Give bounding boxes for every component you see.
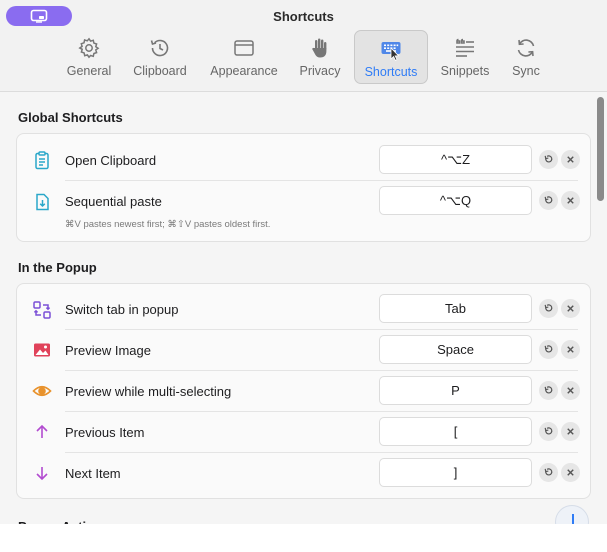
reset-icon: [544, 386, 553, 394]
switch-tab-icon: [33, 301, 51, 319]
reset-shortcut-button[interactable]: [539, 463, 558, 482]
shortcut-row-sequential-paste: Sequential paste ⌘V pastes newest first;…: [17, 180, 592, 243]
tab-clipboard[interactable]: Clipboard: [130, 30, 190, 84]
tab-snippets[interactable]: Snippets: [438, 30, 492, 84]
shortcut-label: Preview while multi-selecting: [65, 384, 232, 399]
shortcut-row-preview-image: Preview Image Space: [17, 329, 592, 371]
close-icon: [567, 346, 574, 353]
toolbar: Shortcuts General Clipboard Appearance P…: [0, 0, 607, 92]
shortcut-label: Preview Image: [65, 343, 151, 358]
reset-shortcut-button[interactable]: [539, 150, 558, 169]
reset-shortcut-button[interactable]: [539, 299, 558, 318]
shortcut-label: Open Clipboard: [65, 153, 157, 168]
arrow-down-icon: [36, 467, 48, 481]
tab-sync[interactable]: Sync: [508, 30, 544, 84]
popup-shortcuts-card: Switch tab in popup Tab Preview Image Sp…: [16, 283, 591, 499]
section-title-global: Global Shortcuts: [18, 110, 123, 125]
clear-shortcut-button[interactable]: [561, 299, 580, 318]
sync-icon: [517, 39, 535, 57]
clipboard-icon: [35, 151, 49, 170]
shortcut-recorder-sequential-paste[interactable]: ^⌥Q: [379, 186, 532, 215]
shortcut-recorder-previous-item[interactable]: [: [379, 417, 532, 446]
history-icon: [150, 39, 169, 57]
shortcut-label: Next Item: [65, 466, 121, 481]
image-icon: [34, 343, 50, 357]
clear-shortcut-button[interactable]: [561, 422, 580, 441]
close-icon: [567, 305, 574, 312]
shortcut-row-switch-tab: Switch tab in popup Tab: [17, 284, 592, 330]
close-icon: [567, 156, 574, 163]
tab-shortcuts[interactable]: Shortcuts: [354, 30, 428, 84]
shortcut-description: ⌘V pastes newest first; ⌘⇧V pastes oldes…: [65, 219, 271, 230]
window-title: Shortcuts: [273, 9, 334, 24]
shortcut-label: Sequential paste: [65, 194, 162, 209]
shortcut-row-next-item: Next Item ]: [17, 452, 592, 498]
reset-icon: [544, 304, 553, 312]
clear-shortcut-button[interactable]: [561, 463, 580, 482]
tab-general[interactable]: General: [64, 30, 114, 84]
clear-shortcut-button[interactable]: [561, 191, 580, 210]
shortcut-row-previous-item: Previous Item [: [17, 411, 592, 453]
reset-shortcut-button[interactable]: [539, 422, 558, 441]
arrow-up-icon: [36, 424, 48, 438]
shortcut-recorder-preview-image[interactable]: Space: [379, 335, 532, 364]
close-icon: [567, 428, 574, 435]
close-icon: [567, 469, 574, 476]
shortcut-recorder-open-clipboard[interactable]: ^⌥Z: [379, 145, 532, 174]
shortcut-recorder-next-item[interactable]: ]: [379, 458, 532, 487]
section-title-popup: In the Popup: [18, 260, 97, 275]
eye-icon: [32, 385, 52, 397]
snippets-icon: [456, 38, 474, 57]
section-title-popup-actions: Popup Actions: [18, 517, 109, 524]
settings-window: Shortcuts General Clipboard Appearance P…: [0, 0, 607, 552]
preferences-tabs: General Clipboard Appearance Privacy Sho…: [0, 30, 607, 86]
scrollbar-thumb[interactable]: [597, 97, 604, 201]
reset-icon: [544, 427, 553, 435]
clear-shortcut-button[interactable]: [561, 381, 580, 400]
paste-icon: [36, 193, 49, 211]
hand-icon: [312, 38, 327, 58]
tab-privacy[interactable]: Privacy: [297, 30, 343, 84]
reset-shortcut-button[interactable]: [539, 340, 558, 359]
reset-icon: [544, 468, 553, 476]
clear-shortcut-button[interactable]: [561, 340, 580, 359]
gear-icon: [78, 37, 100, 59]
reset-shortcut-button[interactable]: [539, 191, 558, 210]
reset-icon: [544, 196, 553, 204]
clear-shortcut-button[interactable]: [561, 150, 580, 169]
shortcut-label: Switch tab in popup: [65, 302, 179, 317]
shortcut-row-open-clipboard: Open Clipboard ^⌥Z: [17, 134, 592, 181]
global-shortcuts-card: Open Clipboard ^⌥Z Sequential paste ⌘V p…: [16, 133, 591, 242]
reset-shortcut-button[interactable]: [539, 381, 558, 400]
reset-icon: [544, 155, 553, 163]
reset-icon: [544, 345, 553, 353]
shortcut-row-preview-multiselect: Preview while multi-selecting P: [17, 370, 592, 412]
close-icon: [567, 387, 574, 394]
window-icon: [234, 40, 254, 56]
window-bottom-edge: [0, 524, 607, 552]
keyboard-icon: [381, 42, 401, 61]
shortcut-recorder-switch-tab[interactable]: Tab: [379, 294, 532, 323]
shortcut-recorder-preview-multiselect[interactable]: P: [379, 376, 532, 405]
close-icon: [567, 197, 574, 204]
shortcut-label: Previous Item: [65, 425, 145, 440]
shortcuts-pane: Global Shortcuts Open Clipboard ^⌥Z Sequ…: [0, 93, 607, 552]
tab-appearance[interactable]: Appearance: [207, 30, 281, 84]
